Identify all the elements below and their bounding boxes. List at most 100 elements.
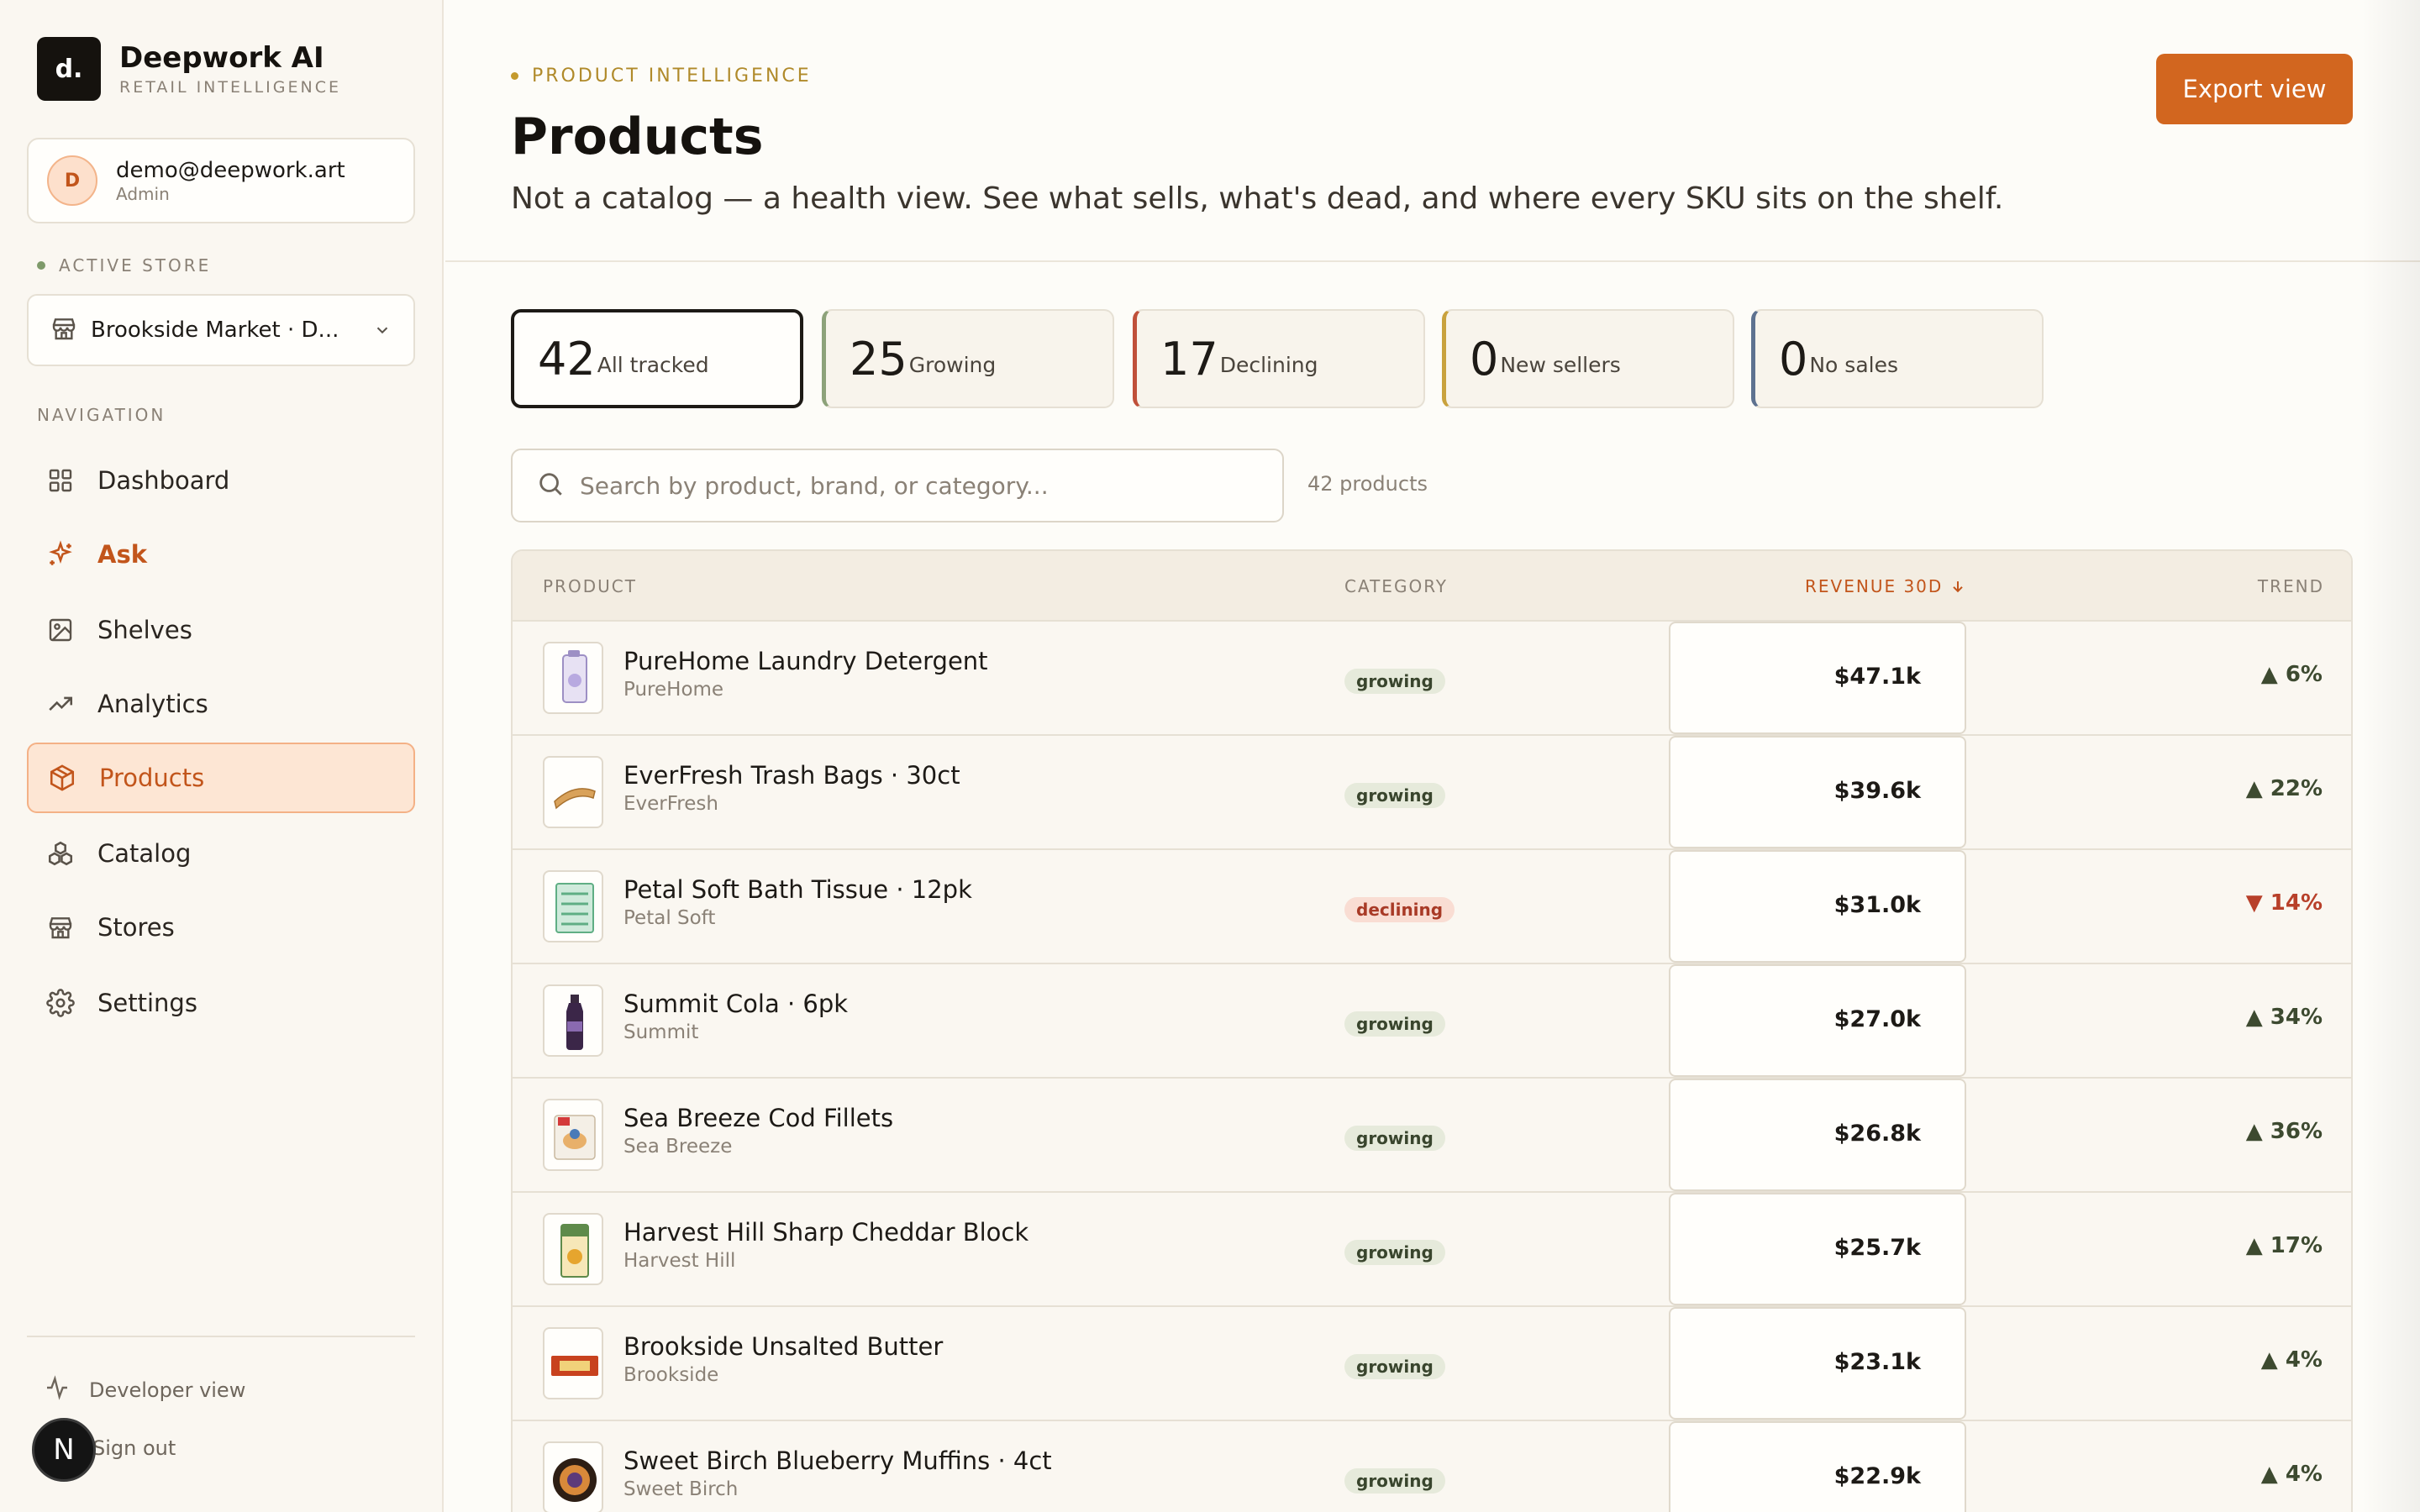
trending-icon (45, 689, 76, 719)
sidebar-item-shelves[interactable]: Shelves (27, 595, 415, 665)
stat-card-new-sellers[interactable]: 0 New sellers (1442, 309, 1734, 408)
table-row[interactable]: EverFresh Trash Bags · 30ct EverFresh gr… (513, 736, 2351, 850)
revenue-cell: $27.0k (1669, 964, 1966, 1077)
revenue-value: $27.0k (1833, 1006, 1921, 1032)
revenue-cell: $22.9k (1669, 1421, 1966, 1512)
stat-card-growing[interactable]: 25 Growing (822, 309, 1114, 408)
product-thumbnail (543, 1441, 603, 1512)
status-badge: declining (1344, 897, 1455, 922)
trend-value: ▲ 36% (2245, 1119, 2323, 1144)
user-email: demo@deepwork.art (116, 158, 345, 183)
store-icon (50, 315, 77, 345)
status-badge: growing (1344, 1354, 1445, 1379)
stat-label: Declining (1219, 352, 1318, 377)
trend-value: ▲ 6% (2260, 662, 2323, 687)
status-dot (37, 261, 45, 270)
product-brand: Petal Soft (623, 907, 716, 929)
revenue-value: $25.7k (1833, 1235, 1921, 1261)
export-view-button[interactable]: Export view (2156, 54, 2353, 124)
eyebrow-dot (511, 72, 518, 80)
dev-tools-badge[interactable]: N (32, 1418, 96, 1482)
gear-icon (45, 988, 76, 1018)
main-content: PRODUCT INTELLIGENCE Products Not a cata… (445, 0, 2420, 1512)
page-title: Products (511, 108, 764, 166)
table-header: PRODUCT CATEGORY REVENUE 30D TREND (513, 551, 2351, 622)
table-row[interactable]: Harvest Hill Sharp Cheddar Block Harvest… (513, 1193, 2351, 1307)
product-brand: Summit (623, 1021, 699, 1043)
product-thumbnail (543, 870, 603, 942)
stat-card-all-tracked[interactable]: 42 All tracked (511, 309, 803, 408)
sidebar-item-stores[interactable]: Stores (27, 892, 415, 963)
product-brand: Brookside (623, 1364, 719, 1386)
sidebar-item-ask[interactable]: Ask (27, 519, 415, 590)
stat-value: 17 (1160, 332, 1218, 386)
page-description: Not a catalog — a health view. See what … (511, 181, 2004, 216)
revenue-cell: $39.6k (1669, 736, 1966, 848)
sort-desc-icon (1953, 581, 1964, 593)
sidebar-item-dashboard[interactable]: Dashboard (27, 445, 415, 516)
store-select[interactable]: Brookside Market · D... (27, 294, 415, 366)
sidebar-divider (27, 1336, 415, 1337)
trend-value: ▲ 34% (2245, 1005, 2323, 1030)
search-icon (536, 470, 565, 501)
column-header-category[interactable]: CATEGORY (1344, 576, 1448, 596)
column-header-revenue[interactable]: REVENUE 30D (1805, 576, 1966, 596)
status-badge: growing (1344, 669, 1445, 694)
brand-name: Deepwork AI (119, 41, 324, 75)
stat-label: Growing (908, 352, 997, 377)
revenue-cell: $31.0k (1669, 850, 1966, 963)
table-row[interactable]: Petal Soft Bath Tissue · 12pk Petal Soft… (513, 850, 2351, 964)
avatar: D (47, 155, 97, 206)
stat-label: All tracked (597, 352, 709, 377)
table-row[interactable]: Sea Breeze Cod Fillets Sea Breeze growin… (513, 1079, 2351, 1193)
product-name: EverFresh Trash Bags · 30ct (623, 761, 960, 790)
sidebar-item-products[interactable]: Products (27, 743, 415, 813)
product-thumbnail (543, 1099, 603, 1171)
table-row[interactable]: Brookside Unsalted Butter Brookside grow… (513, 1307, 2351, 1421)
products-table: PRODUCT CATEGORY REVENUE 30D TREND PureH… (511, 549, 2353, 1512)
chevron-down-icon (373, 321, 392, 343)
sign-out-link[interactable]: Sign out (92, 1436, 176, 1460)
trend-value: ▲ 17% (2245, 1233, 2323, 1258)
store-icon (45, 912, 76, 942)
sidebar-item-analytics[interactable]: Analytics (27, 669, 415, 739)
stat-label: New sellers (1500, 352, 1621, 377)
developer-view-link[interactable]: Developer view (44, 1374, 245, 1406)
table-row[interactable]: Summit Cola · 6pk Summit growing $27.0k … (513, 964, 2351, 1079)
search-box[interactable] (511, 449, 1284, 522)
table-row[interactable]: PureHome Laundry Detergent PureHome grow… (513, 622, 2351, 736)
status-badge: growing (1344, 1126, 1445, 1151)
product-brand: Sweet Birch (623, 1478, 739, 1500)
search-input[interactable] (580, 471, 1269, 500)
brand[interactable]: d. Deepwork AI RETAIL INTELLIGENCE (37, 37, 341, 101)
status-badge: growing (1344, 1011, 1445, 1037)
column-header-product[interactable]: PRODUCT (543, 576, 637, 596)
table-row[interactable]: Sweet Birch Blueberry Muffins · 4ct Swee… (513, 1421, 2351, 1512)
product-name: PureHome Laundry Detergent (623, 647, 988, 675)
sidebar-item-catalog[interactable]: Catalog (27, 818, 415, 889)
revenue-value: $31.0k (1833, 892, 1921, 918)
package-icon (47, 763, 77, 793)
trend-value: ▼ 14% (2245, 890, 2323, 916)
stat-card-declining[interactable]: 17 Declining (1133, 309, 1425, 408)
product-brand: PureHome (623, 679, 724, 701)
stat-value: 0 (1779, 332, 1808, 386)
product-brand: Harvest Hill (623, 1250, 736, 1272)
revenue-cell: $25.7k (1669, 1193, 1966, 1305)
sidebar-item-settings[interactable]: Settings (27, 968, 415, 1038)
product-thumbnail (543, 756, 603, 828)
trend-value: ▲ 4% (2260, 1462, 2323, 1487)
sidebar: d. Deepwork AI RETAIL INTELLIGENCE D dem… (0, 0, 444, 1512)
product-name: Petal Soft Bath Tissue · 12pk (623, 875, 972, 904)
user-card[interactable]: D demo@deepwork.art Admin (27, 138, 415, 223)
product-thumbnail (543, 984, 603, 1057)
revenue-value: $23.1k (1833, 1349, 1921, 1375)
stat-card-no-sales[interactable]: 0 No sales (1751, 309, 2044, 408)
column-header-trend[interactable]: TREND (2258, 576, 2324, 596)
product-brand: Sea Breeze (623, 1136, 733, 1158)
header-divider (445, 260, 2420, 262)
brand-logo: d. (37, 37, 101, 101)
stat-label: No sales (1809, 352, 1898, 377)
trend-value: ▲ 4% (2260, 1347, 2323, 1373)
revenue-cell: $47.1k (1669, 622, 1966, 734)
